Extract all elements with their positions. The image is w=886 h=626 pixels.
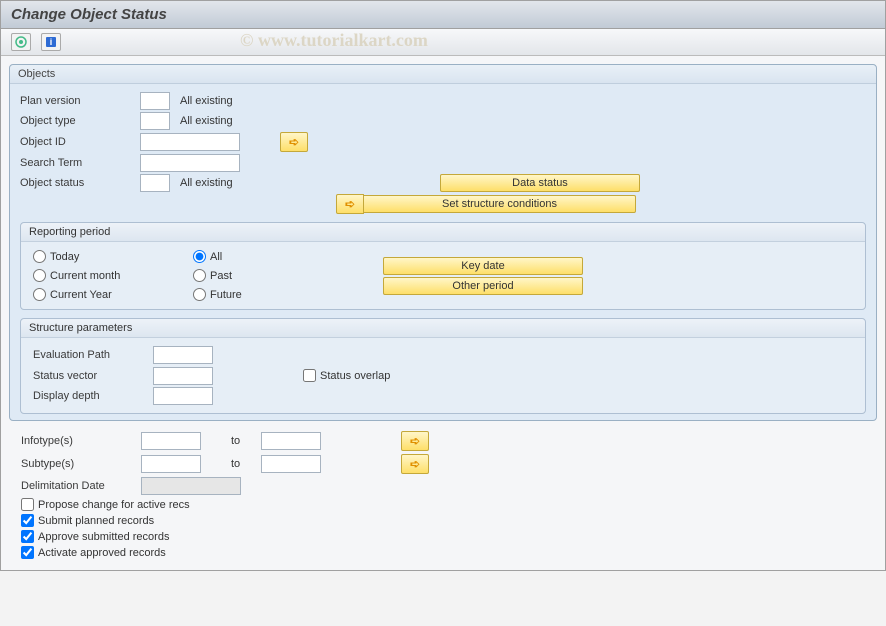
radio-past-label: Past — [210, 270, 232, 282]
arrow-right-icon: ➪ — [410, 434, 420, 448]
info-icon[interactable]: i — [41, 33, 61, 51]
infotypes-to-field[interactable] — [261, 432, 321, 450]
arrow-right-icon: ➪ — [410, 457, 420, 471]
toolbar: i — [1, 29, 885, 56]
radio-future[interactable]: Future — [193, 288, 353, 301]
radio-all-label: All — [210, 251, 222, 263]
set-structure-conditions-button[interactable]: Set structure conditions — [364, 195, 636, 213]
display-depth-label: Display depth — [33, 390, 153, 402]
structure-title: Structure parameters — [21, 319, 865, 338]
multiple-selection-button[interactable]: ➪ — [280, 132, 308, 152]
display-depth-field[interactable] — [153, 387, 213, 405]
reporting-period-group: Reporting period Today Current month Cur… — [20, 222, 866, 310]
arrow-right-icon: ➪ — [289, 135, 299, 149]
radio-current-month-label: Current month — [50, 270, 120, 282]
subtypes-multi-button[interactable]: ➪ — [401, 454, 429, 474]
submit-checkbox[interactable]: Submit planned records — [21, 514, 865, 527]
svg-text:i: i — [50, 37, 53, 47]
radio-past[interactable]: Past — [193, 269, 353, 282]
propose-checkbox[interactable]: Propose change for active recs — [21, 498, 865, 511]
object-type-label: Object type — [20, 115, 140, 127]
approve-label: Approve submitted records — [38, 531, 169, 543]
execute-icon[interactable] — [11, 33, 31, 51]
data-status-button[interactable]: Data status — [440, 174, 640, 192]
bottom-section: Infotype(s) to ➪ Subtype(s) to ➪ Delimit… — [9, 431, 877, 559]
radio-today-label: Today — [50, 251, 79, 263]
status-vector-label: Status vector — [33, 370, 153, 382]
eval-path-label: Evaluation Path — [33, 349, 153, 361]
reporting-radios: Today Current month Current Year All Pas… — [21, 242, 865, 309]
eval-path-field[interactable] — [153, 346, 213, 364]
infotypes-multi-button[interactable]: ➪ — [401, 431, 429, 451]
radio-today[interactable]: Today — [33, 250, 193, 263]
set-struct-arrow-button[interactable]: ➪ — [336, 194, 364, 214]
radio-future-label: Future — [210, 289, 242, 301]
reporting-title: Reporting period — [21, 223, 865, 242]
approve-checkbox[interactable]: Approve submitted records — [21, 530, 865, 543]
infotypes-from-field[interactable] — [141, 432, 201, 450]
status-overlap-checkbox[interactable]: Status overlap — [303, 369, 390, 382]
content-area: Objects Plan version All existing Object… — [1, 56, 885, 570]
objects-body: Plan version All existing Object type Al… — [10, 84, 876, 420]
radio-current-year[interactable]: Current Year — [33, 288, 193, 301]
to-label-2: to — [201, 458, 261, 470]
plan-version-field[interactable] — [140, 92, 170, 110]
radio-all[interactable]: All — [193, 250, 353, 263]
object-status-after: All existing — [180, 177, 233, 189]
subtypes-from-field[interactable] — [141, 455, 201, 473]
radio-current-month[interactable]: Current month — [33, 269, 193, 282]
page-title: Change Object Status — [1, 1, 885, 29]
app-window: Change Object Status © www.tutorialkart.… — [0, 0, 886, 571]
object-id-label: Object ID — [20, 136, 140, 148]
object-type-field[interactable] — [140, 112, 170, 130]
infotypes-label: Infotype(s) — [21, 435, 141, 447]
object-type-after: All existing — [180, 115, 233, 127]
status-overlap-label: Status overlap — [320, 370, 390, 382]
structure-parameters-group: Structure parameters Evaluation Path Sta… — [20, 318, 866, 414]
search-term-label: Search Term — [20, 157, 140, 169]
propose-label: Propose change for active recs — [38, 499, 190, 511]
activate-checkbox[interactable]: Activate approved records — [21, 546, 865, 559]
objects-title: Objects — [10, 65, 876, 84]
subtypes-label: Subtype(s) — [21, 458, 141, 470]
delimitation-date-field[interactable] — [141, 477, 241, 495]
plan-version-label: Plan version — [20, 95, 140, 107]
to-label-1: to — [201, 435, 261, 447]
other-period-button[interactable]: Other period — [383, 277, 583, 295]
delimitation-label: Delimitation Date — [21, 480, 141, 492]
activate-label: Activate approved records — [38, 547, 166, 559]
subtypes-to-field[interactable] — [261, 455, 321, 473]
objects-group: Objects Plan version All existing Object… — [9, 64, 877, 421]
object-status-label: Object status — [20, 177, 140, 189]
object-status-field[interactable] — [140, 174, 170, 192]
status-vector-field[interactable] — [153, 367, 213, 385]
radio-current-year-label: Current Year — [50, 289, 112, 301]
search-term-field[interactable] — [140, 154, 240, 172]
arrow-right-icon: ➪ — [345, 197, 355, 211]
key-date-button[interactable]: Key date — [383, 257, 583, 275]
submit-label: Submit planned records — [38, 515, 154, 527]
object-id-field[interactable] — [140, 133, 240, 151]
plan-version-after: All existing — [180, 95, 233, 107]
